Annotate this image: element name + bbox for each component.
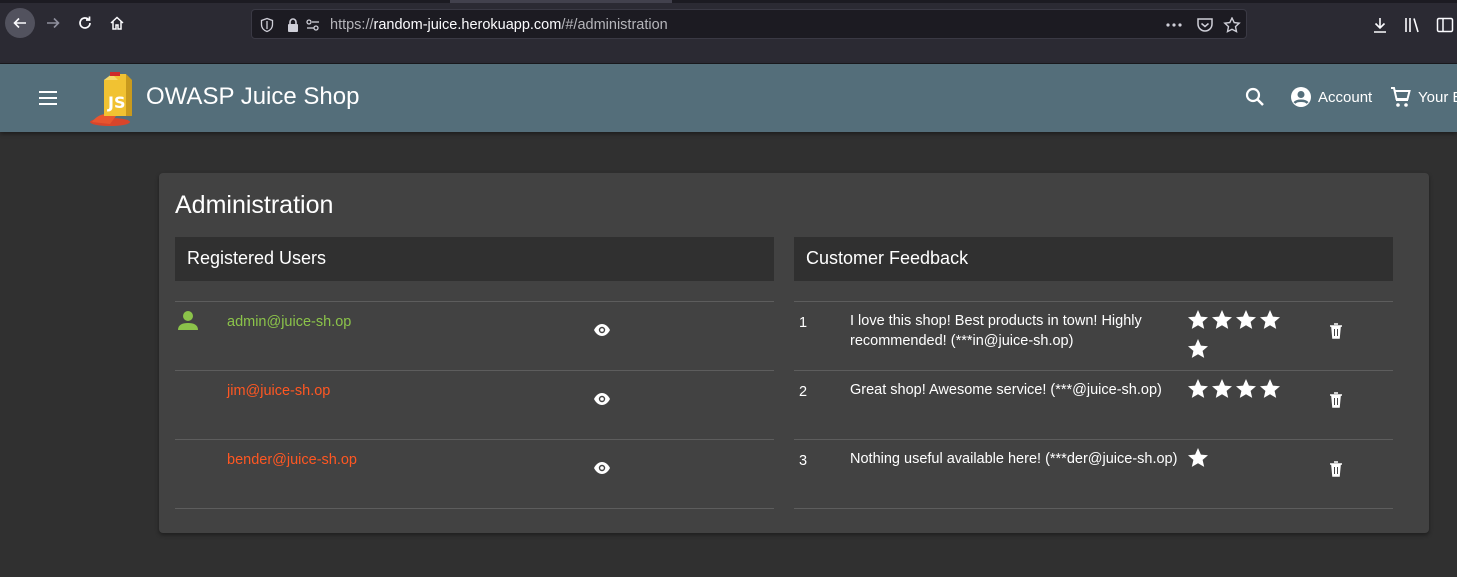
- url-prefix: https://: [330, 17, 374, 33]
- search-icon[interactable]: [1243, 85, 1267, 109]
- star-icon: [1212, 379, 1232, 398]
- arrow-left-icon: [13, 17, 26, 29]
- feedback-id: 2: [799, 384, 808, 400]
- feedback-comment: I love this shop! Best products in town!…: [850, 313, 1142, 349]
- user-email: bender@juice-sh.op: [227, 452, 357, 468]
- juice-shop-logo[interactable]: JS: [88, 70, 140, 128]
- menu-icon[interactable]: [36, 86, 60, 110]
- pocket-icon[interactable]: [1196, 17, 1214, 33]
- star-icon: [1260, 379, 1280, 398]
- browser-toolbar: https://random-juice.herokuapp.com/#/adm…: [0, 3, 1457, 44]
- feedback-id: 3: [799, 453, 808, 469]
- customer-feedback-heading: Customer Feedback: [794, 237, 1393, 281]
- user-row: admin@juice-sh.op: [175, 301, 774, 370]
- delete-icon[interactable]: [1327, 460, 1345, 478]
- user-email: admin@juice-sh.op: [227, 314, 352, 330]
- app-title[interactable]: OWASP Juice Shop: [146, 83, 359, 111]
- feedback-id: 1: [799, 315, 808, 331]
- feedback-row: [794, 508, 1393, 577]
- svg-text:JS: JS: [107, 93, 125, 112]
- visibility-icon[interactable]: [593, 459, 611, 477]
- forward-button[interactable]: [38, 8, 68, 38]
- star-icon: [1188, 448, 1208, 467]
- visibility-icon[interactable]: [593, 321, 611, 339]
- home-button[interactable]: [102, 8, 132, 38]
- star-icon: [1188, 310, 1208, 329]
- app-toolbar: JS OWASP Juice Shop Account Your Basket: [0, 64, 1457, 132]
- page-title: Administration: [175, 191, 334, 219]
- delete-icon[interactable]: [1327, 322, 1345, 340]
- delete-icon[interactable]: [1327, 391, 1345, 409]
- customer-feedback-panel: Customer Feedback 1 I love this shop! Be…: [794, 237, 1393, 577]
- browser-chrome-gap: [0, 44, 1457, 64]
- arrow-right-icon: [47, 17, 60, 29]
- star-icon: [1236, 310, 1256, 329]
- user-row: [175, 508, 774, 577]
- url-text[interactable]: https://random-juice.herokuapp.com/#/adm…: [330, 17, 668, 33]
- feedback-row: 3 Nothing useful available here! (***der…: [794, 439, 1393, 508]
- feedback-comment: Nothing useful available here! (***der@j…: [850, 451, 1178, 467]
- feedback-row: 2 Great shop! Awesome service! (***@juic…: [794, 370, 1393, 439]
- person-icon: [178, 311, 198, 330]
- star-icon: [1260, 310, 1280, 329]
- feedback-rating: [1186, 308, 1286, 366]
- shield-icon[interactable]: [259, 17, 275, 33]
- download-icon[interactable]: [1371, 16, 1389, 34]
- more-actions-icon[interactable]: [1165, 17, 1183, 33]
- users-list: admin@juice-sh.op jim@juice-sh.op bender…: [175, 301, 774, 577]
- cart-icon: [1391, 87, 1411, 107]
- visibility-icon[interactable]: [593, 390, 611, 408]
- basket-button[interactable]: Your Basket: [1389, 84, 1457, 110]
- reload-button[interactable]: [70, 8, 100, 38]
- account-circle-icon: [1291, 87, 1311, 107]
- registered-users-heading: Registered Users: [175, 237, 774, 281]
- address-bar[interactable]: https://random-juice.herokuapp.com/#/adm…: [251, 9, 1247, 39]
- user-row: bender@juice-sh.op: [175, 439, 774, 508]
- feedback-rating: [1186, 446, 1286, 475]
- account-label: Account: [1318, 88, 1373, 106]
- url-path: /#/administration: [561, 17, 668, 33]
- administration-card: Administration Registered Users admin@ju…: [159, 173, 1429, 533]
- star-icon: [1188, 339, 1208, 358]
- url-domain: random-juice.herokuapp.com: [373, 17, 562, 33]
- user-row: jim@juice-sh.op: [175, 370, 774, 439]
- library-icon[interactable]: [1403, 16, 1421, 34]
- feedback-list: 1 I love this shop! Best products in tow…: [794, 301, 1393, 577]
- bookmark-star-icon[interactable]: [1223, 17, 1241, 33]
- registered-users-panel: Registered Users admin@juice-sh.op jim@j…: [175, 237, 774, 577]
- permissions-icon[interactable]: [305, 17, 321, 33]
- lock-icon[interactable]: [285, 17, 301, 33]
- star-icon: [1188, 379, 1208, 398]
- home-icon: [110, 16, 124, 30]
- account-button[interactable]: Account: [1289, 84, 1372, 110]
- sidebar-icon[interactable]: [1436, 16, 1454, 34]
- star-icon: [1212, 310, 1232, 329]
- feedback-rating: [1186, 377, 1286, 406]
- star-icon: [1236, 379, 1256, 398]
- back-button[interactable]: [5, 8, 35, 38]
- feedback-comment: Great shop! Awesome service! (***@juice-…: [850, 382, 1162, 398]
- user-email: jim@juice-sh.op: [227, 383, 331, 399]
- basket-label: Your Basket: [1418, 88, 1457, 106]
- reload-icon: [79, 16, 91, 29]
- feedback-row: 1 I love this shop! Best products in tow…: [794, 301, 1393, 370]
